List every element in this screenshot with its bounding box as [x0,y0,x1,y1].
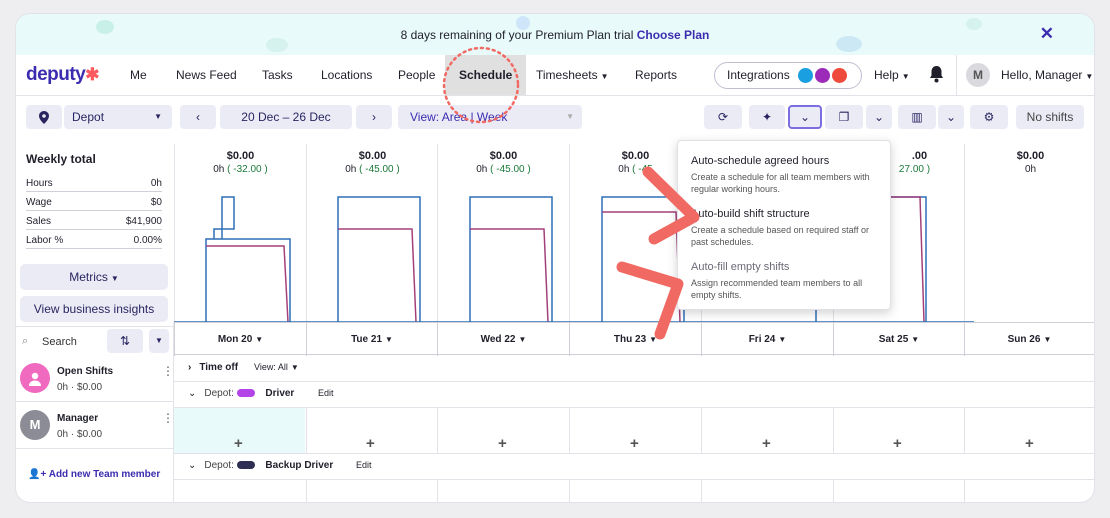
flame-icon [832,68,848,84]
driver-section-header[interactable]: ⌄ Depot: Driver [188,388,294,399]
no-shifts-button[interactable]: No shifts [1016,105,1084,129]
date-range[interactable]: 20 Dec – 26 Dec [220,105,352,129]
backup-driver-section-header[interactable]: ⌄ Depot: Backup Driver [188,460,333,471]
search-icon: ⌕ [22,335,29,347]
gear-icon[interactable]: ⚙ [970,105,1008,129]
auto-schedule-dropdown-chevron-icon[interactable]: ⌄ [788,105,822,129]
member-open-shifts[interactable]: Open Shifts 0h · $0.00 ⋮ [16,356,174,402]
nav-me[interactable]: Me [130,55,147,95]
app-frame: 8 days remaining of your Premium Plan tr… [16,14,1094,502]
view-insights-button[interactable]: View business insights [20,296,168,322]
nav-reports[interactable]: Reports [635,55,677,95]
close-icon[interactable]: ✕ [1040,24,1054,44]
metrics-button[interactable]: Metrics ▼ [20,264,168,290]
next-week-icon[interactable]: › [356,105,392,129]
nav-news-feed[interactable]: News Feed [176,55,237,95]
add-shift-icon[interactable]: + [366,435,375,452]
auto-schedule-menu: Auto-schedule agreed hours Create a sched… [677,140,891,310]
avatar[interactable]: M [966,63,990,87]
nav-people[interactable]: People [398,55,435,95]
auto-schedule-agreed-hours-item[interactable]: Auto-schedule agreed hours Create a sched… [691,155,886,195]
add-shift-icon[interactable]: + [893,435,902,452]
nav-schedule[interactable]: Schedule [445,55,527,95]
integrations-button[interactable]: Integrations [714,62,862,89]
nav-timesheets[interactable]: Timesheets ▼ [536,55,609,95]
staffing-graph [174,196,974,323]
search-input[interactable]: Search [42,336,77,348]
trial-banner: 8 days remaining of your Premium Plan tr… [16,14,1094,55]
weekly-total-title: Weekly total [26,152,96,166]
xero-icon [798,68,814,84]
location-select[interactable]: Depot ▼ [64,105,172,129]
sort-icon[interactable]: ⇅ [107,329,143,353]
stat-labor: Labor % 0.00% [26,235,162,249]
auto-build-shift-structure-item[interactable]: Auto-build shift structure Create a sched… [691,208,886,248]
view-all-select[interactable]: View: All ▼ [254,362,299,372]
backup-driver-color-swatch [236,461,255,470]
backup-driver-edit-link[interactable]: Edit [356,460,372,470]
bar-chart-icon[interactable]: ▥ [898,105,936,129]
refresh-icon[interactable]: ⟳ [704,105,742,129]
add-shift-icon[interactable]: + [234,435,243,452]
user-menu[interactable]: Hello, Manager ▼ [1001,68,1093,82]
time-off-toggle[interactable]: › Time off [188,362,238,373]
copy-chevron-icon[interactable]: ⌄ [866,105,892,129]
day-header[interactable]: Fri 24 ▼ [701,323,833,356]
choose-plan-link[interactable]: Choose Plan [637,28,710,42]
nav-divider [956,55,957,95]
myob-icon [815,68,831,84]
deputy-logo[interactable]: deputy✱ [26,64,100,86]
day-header[interactable]: Sun 26 ▼ [964,323,1094,356]
day-header[interactable]: Tue 21 ▼ [306,323,437,356]
stat-sales: Sales $41,900 [26,216,162,230]
day-header[interactable]: Wed 22 ▼ [437,323,569,356]
add-shift-icon[interactable]: + [630,435,639,452]
stat-hours: Hours 0h [26,178,162,192]
copy-icon[interactable]: ❐ [825,105,863,129]
location-pin-icon[interactable] [26,105,62,129]
avatar: M [20,410,50,440]
driver-color-swatch [236,389,255,398]
stat-wage: Wage $0 [26,197,162,211]
add-shift-icon[interactable]: + [762,435,771,452]
more-icon[interactable]: ⋮ [162,411,174,425]
day-header[interactable]: Thu 23 ▼ [569,323,701,356]
nav-tasks[interactable]: Tasks [262,55,293,95]
add-shift-icon[interactable]: + [498,435,507,452]
chart-chevron-icon[interactable]: ⌄ [938,105,964,129]
view-select[interactable]: View: Area | Week ▼ [398,105,582,129]
member-manager[interactable]: M Manager 0h · $0.00 ⋮ [16,403,174,449]
driver-edit-link[interactable]: Edit [318,388,334,398]
add-user-icon: 👤+ [28,469,47,480]
prev-week-icon[interactable]: ‹ [180,105,216,129]
add-team-member-button[interactable]: 👤+ Add new Team member [28,469,160,480]
nav-help[interactable]: Help ▼ [874,55,910,95]
banner-text: 8 days remaining of your Premium Plan tr… [400,28,710,42]
nav-locations[interactable]: Locations [321,55,372,95]
day-header[interactable]: Sat 25 ▼ [833,323,964,356]
bell-icon[interactable] [928,65,945,83]
sort-chevron-icon[interactable]: ▼ [149,329,169,353]
add-shift-icon[interactable]: + [1025,435,1034,452]
day-header[interactable]: Mon 20 ▼ [174,323,306,356]
auto-fill-empty-shifts-item[interactable]: Auto-fill empty shifts Assign recommended… [691,261,886,301]
open-shifts-avatar-icon [20,363,50,393]
schedule-toolbar: Depot ▼ ‹ 20 Dec – 26 Dec › View: Area | … [16,96,1094,136]
top-nav: deputy✱ Me News Feed Tasks Locations Peo… [16,55,1094,96]
more-icon[interactable]: ⋮ [162,364,174,378]
date-header: Mon 20 ▼ Tue 21 ▼ Wed 22 ▼ Thu 23 ▼ Fri 24 ▼ … [174,322,1094,356]
search-row: ⌕ Search ⇅ ▼ [16,326,174,355]
auto-schedule-icon[interactable]: ✦ [749,105,785,129]
